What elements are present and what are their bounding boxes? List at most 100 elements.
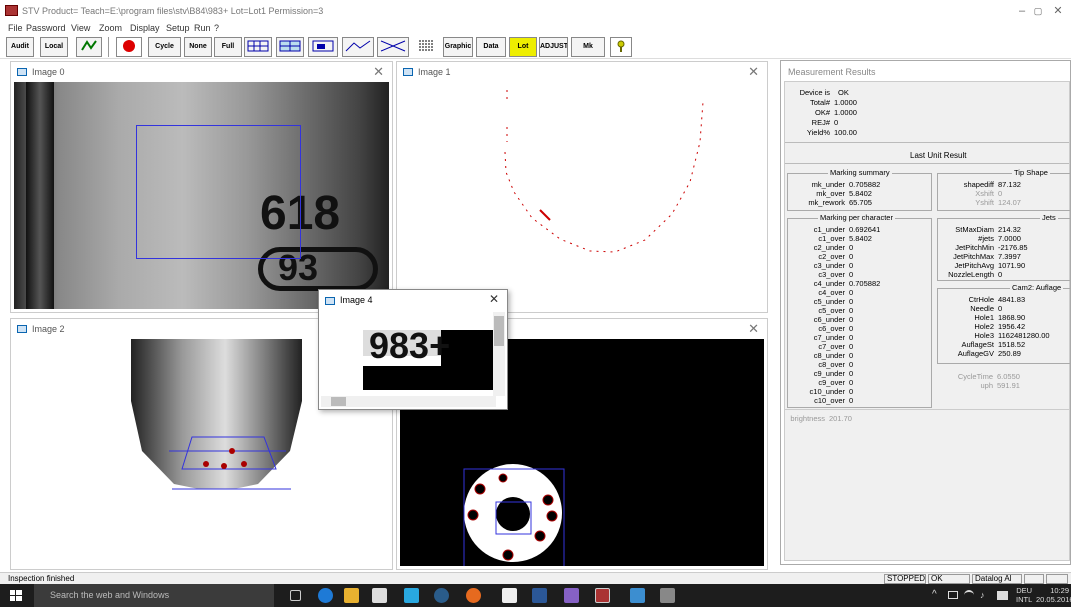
local-button[interactable]: Local — [40, 37, 68, 57]
toolbar: Audit Local Cycle None Full Graphic Data… — [0, 35, 1071, 59]
help-icon[interactable] — [610, 37, 632, 57]
paint-icon[interactable] — [660, 588, 675, 603]
jets-row: #jets 7.0000 — [978, 234, 1021, 243]
task-view-icon[interactable] — [290, 590, 301, 601]
image-4-view[interactable]: 983+ — [321, 312, 496, 396]
layout-view-icon[interactable] — [276, 37, 304, 57]
menu-setup[interactable]: Setup — [166, 23, 190, 33]
tray-chevron-icon[interactable]: ^ — [932, 589, 937, 600]
image-2-title: Image 2 — [32, 324, 65, 334]
image-4-title: Image 4 — [340, 295, 373, 305]
measurement-results-panel: Measurement Results Device is OK Total# 1.… — [780, 60, 1071, 565]
jets-row: JetPitchMin -2176.85 — [955, 243, 1028, 252]
cycle-button[interactable]: Cycle — [148, 37, 181, 57]
image-4-dialog[interactable]: Image 4 ✕ 983+ — [318, 289, 508, 410]
cross-chart-icon[interactable] — [377, 37, 409, 57]
menu-password[interactable]: Password — [26, 23, 66, 33]
cam2-row: Hole3 1162481280.00 — [974, 331, 1050, 340]
image-0-panel: Image 0 ✕ 618 93 — [10, 61, 393, 313]
title-bar: STV Product= Teach=E:\program files\stv\… — [0, 0, 1071, 22]
jets-group: Jets StMaxDiam 214.32 #jets 7.0000 JetPitchM… — [937, 213, 1071, 281]
window-icon — [17, 325, 27, 333]
keyboard-language[interactable]: DEU INTL — [1016, 586, 1032, 604]
volume-icon[interactable]: ♪ — [980, 590, 985, 600]
word-icon[interactable] — [532, 588, 547, 603]
menu-file[interactable]: File — [8, 23, 23, 33]
adjust-button[interactable]: ADJUST — [539, 37, 568, 57]
file-explorer-icon[interactable] — [344, 588, 359, 603]
image-0-title: Image 0 — [32, 67, 65, 77]
battery-icon[interactable] — [948, 591, 958, 599]
stv-logo-icon — [5, 5, 18, 16]
status-bar: Inspection finished STOPPED OK Datalog A… — [0, 572, 1071, 584]
calculator-icon[interactable] — [502, 588, 517, 603]
stop-button[interactable] — [116, 37, 142, 57]
status-cell — [1046, 574, 1068, 584]
skype-icon[interactable] — [404, 588, 419, 603]
full-button[interactable]: Full — [214, 37, 242, 57]
menu-run[interactable]: Run — [194, 23, 211, 33]
close-button[interactable]: ✕ — [1044, 3, 1071, 19]
menu-bar: File Password View Zoom Display Setup Ru… — [0, 22, 1071, 34]
roi-rectangle[interactable] — [136, 125, 301, 259]
list-view-icon[interactable] — [412, 37, 440, 57]
measurement-results-title: Measurement Results — [788, 67, 876, 77]
run-state: STOPPED — [884, 574, 926, 584]
horizontal-scrollbar[interactable] — [321, 396, 496, 407]
marking-char-row: c9_under 0 — [813, 369, 854, 378]
pen-app-icon[interactable] — [630, 588, 645, 603]
learn-icon[interactable] — [76, 37, 102, 57]
image-1-view[interactable] — [400, 82, 764, 309]
marking-char-row: c10_under 0 — [809, 387, 854, 396]
line-chart-icon[interactable] — [342, 37, 374, 57]
taskbar-search-input[interactable]: Search the web and Windows — [34, 584, 274, 607]
marking-char-row: c4_over 0 — [818, 288, 854, 297]
marking-char-row: c10_over 0 — [814, 396, 854, 405]
mk-adjust-button[interactable]: Mk adjust — [571, 37, 605, 57]
last-unit-result-label: Last Unit Result — [910, 151, 967, 160]
wifi-icon[interactable] — [964, 590, 974, 600]
cam2-auflage-group: Cam2: Auflage CtrHole 4841.83 Needle 0 Hole1… — [937, 283, 1071, 364]
window-icon — [403, 68, 413, 76]
marking-char-row: c5_under 0 — [813, 297, 854, 306]
vertical-scrollbar[interactable] — [493, 312, 505, 396]
data-button[interactable]: Data — [476, 37, 506, 57]
windows-taskbar: Search the web and Windows ^ ♪ DEU INTL 1… — [0, 584, 1071, 607]
window-icon — [17, 68, 27, 76]
image-1-close-icon[interactable]: ✕ — [748, 64, 759, 80]
marking-char-row: c3_under 0 — [813, 261, 854, 270]
audit-button[interactable]: Audit — [6, 37, 34, 57]
image-0-view[interactable]: 618 93 — [14, 82, 389, 309]
image-view-icon[interactable] — [308, 37, 338, 57]
summary-row: Yield% 100.00 — [806, 128, 857, 137]
windows-start-icon[interactable] — [10, 590, 22, 601]
store-icon[interactable] — [372, 588, 387, 603]
cam2-row: Hole1 1868.90 — [974, 313, 1026, 322]
image-4-close-icon[interactable]: ✕ — [489, 292, 499, 306]
image-3-close-icon[interactable]: ✕ — [748, 321, 759, 337]
edge-browser-icon[interactable] — [318, 588, 333, 603]
visual-studio-icon[interactable] — [564, 588, 579, 603]
grid-view-icon[interactable] — [244, 37, 272, 57]
marking-char-row: c8_under 0 — [813, 351, 854, 360]
marking-char-row: c7_under 0 — [813, 333, 854, 342]
menu-view[interactable]: View — [71, 23, 90, 33]
network-app-icon[interactable] — [434, 588, 449, 603]
graphic-button[interactable]: Graphic — [443, 37, 473, 57]
menu-help[interactable]: ? — [214, 23, 219, 33]
none-button[interactable]: None — [184, 37, 212, 57]
menu-zoom[interactable]: Zoom — [99, 23, 122, 33]
clock[interactable]: 10:29 20.05.2016 — [1036, 586, 1071, 604]
lot-button[interactable]: Lot — [509, 37, 537, 57]
marking-char-row: c8_over 0 — [818, 360, 854, 369]
stv-taskbar-icon[interactable] — [595, 588, 610, 603]
image-0-close-icon[interactable]: ✕ — [373, 64, 384, 80]
menu-display[interactable]: Display — [130, 23, 160, 33]
notification-icon[interactable] — [997, 591, 1008, 600]
cam2-row: Hole2 1956.42 — [974, 322, 1026, 331]
firefox-icon[interactable] — [466, 588, 481, 603]
image-1-title: Image 1 — [418, 67, 451, 77]
jets-row: JetPitchAvg 1071.90 — [954, 261, 1026, 270]
marking-char-row: c5_over 0 — [818, 306, 854, 315]
marking-char-row: c9_over 0 — [818, 378, 854, 387]
